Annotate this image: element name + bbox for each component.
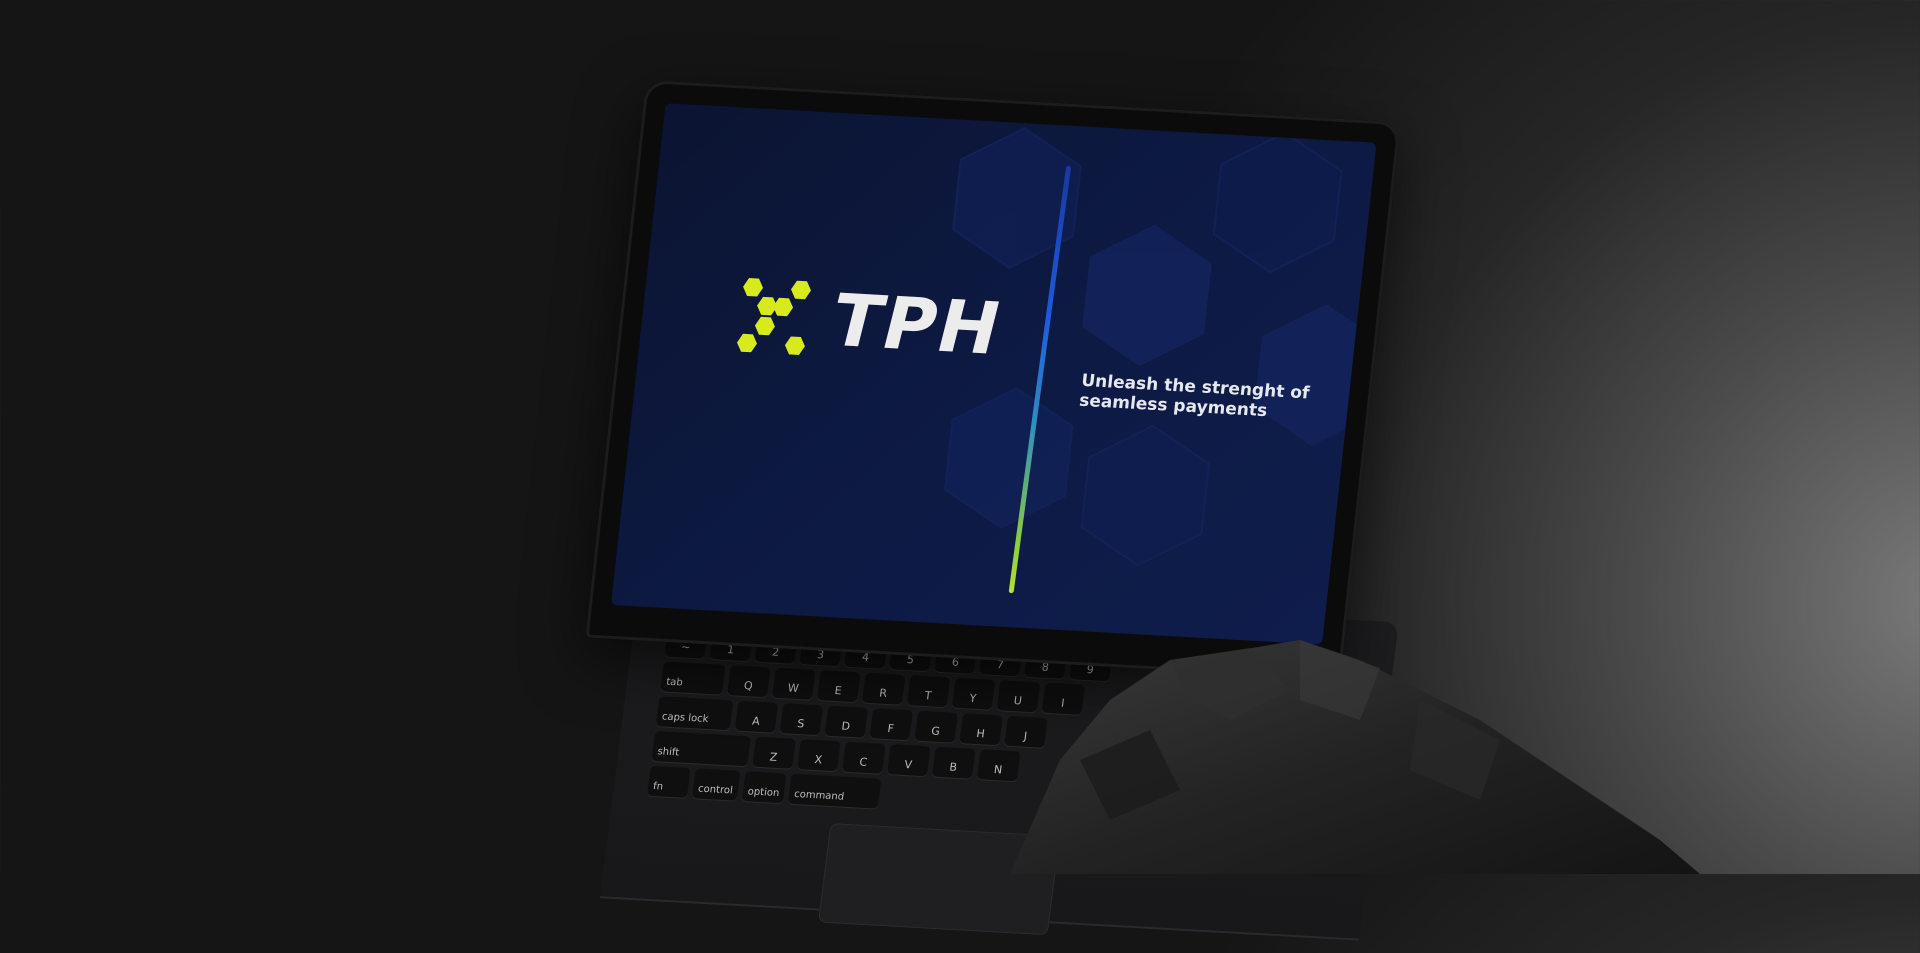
key: J — [1004, 715, 1048, 748]
key: X — [797, 739, 841, 772]
key: B — [931, 746, 976, 779]
key: T — [906, 675, 951, 708]
key: D — [824, 705, 869, 738]
hexagon-background-pattern — [944, 127, 1377, 567]
key-caps-lock: caps lock — [655, 696, 734, 731]
key: C — [842, 741, 886, 774]
key-shift: shift — [651, 731, 751, 767]
key-command: command — [788, 773, 882, 809]
tph-logo: TPH — [727, 275, 1011, 371]
key-option: option — [741, 771, 787, 804]
key: A — [734, 700, 779, 733]
key: Q — [727, 665, 771, 698]
key-tab: tab — [660, 661, 726, 695]
trackpad — [817, 823, 1061, 936]
logo-wordmark: TPH — [822, 278, 1012, 371]
key: Z — [752, 736, 796, 769]
laptop-scene: esc F1 F2 F3 F4 F5 F6 F7 F8 F9 ~ 1 2 3 4… — [0, 0, 1920, 941]
key: R — [861, 672, 906, 705]
laptop-lid: TPH Unleash the strenght of seamless pay… — [585, 80, 1401, 680]
laptop-screen: TPH Unleash the strenght of seamless pay… — [611, 103, 1377, 645]
key: Y — [951, 677, 996, 710]
key: F — [869, 708, 914, 741]
hexagon-cluster-logo-icon — [737, 278, 811, 355]
key: W — [771, 667, 816, 700]
key: G — [914, 710, 959, 743]
key-control: control — [691, 768, 741, 801]
key: E — [816, 670, 861, 703]
key: H — [959, 713, 1003, 746]
key-fn: fn — [646, 765, 691, 798]
key: N — [976, 749, 1021, 782]
key: U — [996, 680, 1041, 713]
key: V — [886, 744, 931, 777]
key: I — [1041, 682, 1086, 715]
key: S — [779, 703, 824, 736]
